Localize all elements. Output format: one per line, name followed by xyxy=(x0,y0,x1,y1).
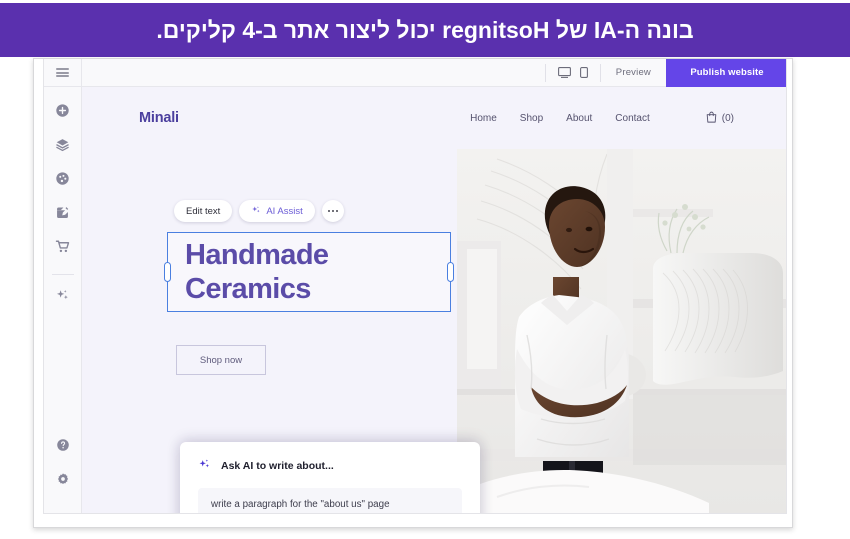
device-toggle-group xyxy=(544,63,601,82)
ai-writer-panel: Ask AI to write about... write a paragra… xyxy=(180,442,480,513)
layers-icon xyxy=(55,137,70,157)
cart-button[interactable]: (0) xyxy=(706,111,734,126)
builder-sidebar xyxy=(44,87,82,513)
hero-heading-line2: Ceramics xyxy=(185,272,311,305)
publish-website-button[interactable]: Publish website xyxy=(666,59,786,87)
ai-panel-header: Ask AI to write about... xyxy=(198,458,462,474)
plus-circle-icon xyxy=(55,103,70,123)
nav-link-about[interactable]: About xyxy=(566,113,592,124)
sidebar-top-group xyxy=(50,87,76,319)
palette-icon xyxy=(55,171,70,191)
sidebar-item-blog[interactable] xyxy=(50,202,76,228)
ai-assist-label: AI Assist xyxy=(266,205,303,217)
cart-count: (0) xyxy=(721,112,734,124)
ai-sparkle-icon xyxy=(198,458,211,474)
screenshot-frame: Preview Publish website Minali Home Shop… xyxy=(33,58,793,528)
topbar-actions: Preview Publish website xyxy=(544,59,786,87)
more-options-button[interactable] xyxy=(321,200,344,222)
hero-heading-selection[interactable]: Handmade Ceramics xyxy=(164,232,454,312)
builder-topbar: Preview Publish website xyxy=(44,59,786,87)
preview-button[interactable]: Preview xyxy=(601,67,666,78)
ai-panel-title: Ask AI to write about... xyxy=(221,460,334,472)
element-edit-toolbar: Edit text AI Assist xyxy=(174,200,344,222)
sidebar-item-styles[interactable] xyxy=(50,168,76,194)
sidebar-item-sections[interactable] xyxy=(50,134,76,160)
ai-assist-button[interactable]: AI Assist xyxy=(239,200,315,222)
sidebar-item-help[interactable] xyxy=(50,434,76,460)
shopping-cart-icon xyxy=(55,239,70,259)
ai-prompt-input[interactable]: write a paragraph for the "about us" pag… xyxy=(198,488,462,513)
screenshot-root: בונה ה-AI של Hostinger יכול ליצור אתר ב-… xyxy=(0,0,850,539)
ai-sparkle-icon xyxy=(251,205,261,218)
site-nav-links: Home Shop About Contact xyxy=(470,113,650,124)
dot xyxy=(335,209,339,213)
hero-heading: Handmade Ceramics xyxy=(168,233,450,306)
sidebar-item-store[interactable] xyxy=(50,236,76,262)
website-canvas: Minali Home Shop About Contact (0) Edit … xyxy=(82,87,786,513)
dot xyxy=(327,209,331,213)
builder-window: Preview Publish website Minali Home Shop… xyxy=(43,59,787,514)
edit-text-button[interactable]: Edit text xyxy=(174,200,233,222)
edit-pen-icon xyxy=(55,205,70,225)
gear-icon xyxy=(56,472,70,491)
mobile-view-icon[interactable] xyxy=(579,67,588,78)
site-logo[interactable]: Minali xyxy=(139,110,179,126)
sidebar-item-ai-tools[interactable] xyxy=(50,285,76,311)
sidebar-divider xyxy=(51,274,74,275)
sidebar-item-add-element[interactable] xyxy=(50,100,76,126)
studio-photo-illustration xyxy=(457,149,786,513)
nav-link-shop[interactable]: Shop xyxy=(520,113,543,124)
desktop-view-icon[interactable] xyxy=(557,67,571,78)
caption-banner: בונה ה-AI של Hostinger יכול ליצור אתר ב-… xyxy=(0,3,850,57)
sidebar-bottom-group xyxy=(50,434,76,513)
hamburger-menu-icon[interactable] xyxy=(44,59,82,86)
nav-link-contact[interactable]: Contact xyxy=(615,113,649,124)
ai-sparkle-icon xyxy=(55,288,70,308)
dot xyxy=(331,209,335,213)
nav-link-home[interactable]: Home xyxy=(470,113,497,124)
resize-handle-left[interactable] xyxy=(164,262,171,282)
site-navigation: Minali Home Shop About Contact (0) xyxy=(82,87,786,149)
help-circle-icon xyxy=(56,438,70,457)
resize-handle-right[interactable] xyxy=(447,262,454,282)
hero-image xyxy=(457,149,786,513)
sidebar-item-settings[interactable] xyxy=(50,468,76,494)
shopping-bag-icon xyxy=(706,111,717,126)
caption-banner-text: בונה ה-AI של Hostinger יכול ליצור אתר ב-… xyxy=(156,16,694,43)
shop-now-button[interactable]: Shop now xyxy=(176,345,266,375)
hero-heading-line1: Handmade xyxy=(185,239,329,271)
